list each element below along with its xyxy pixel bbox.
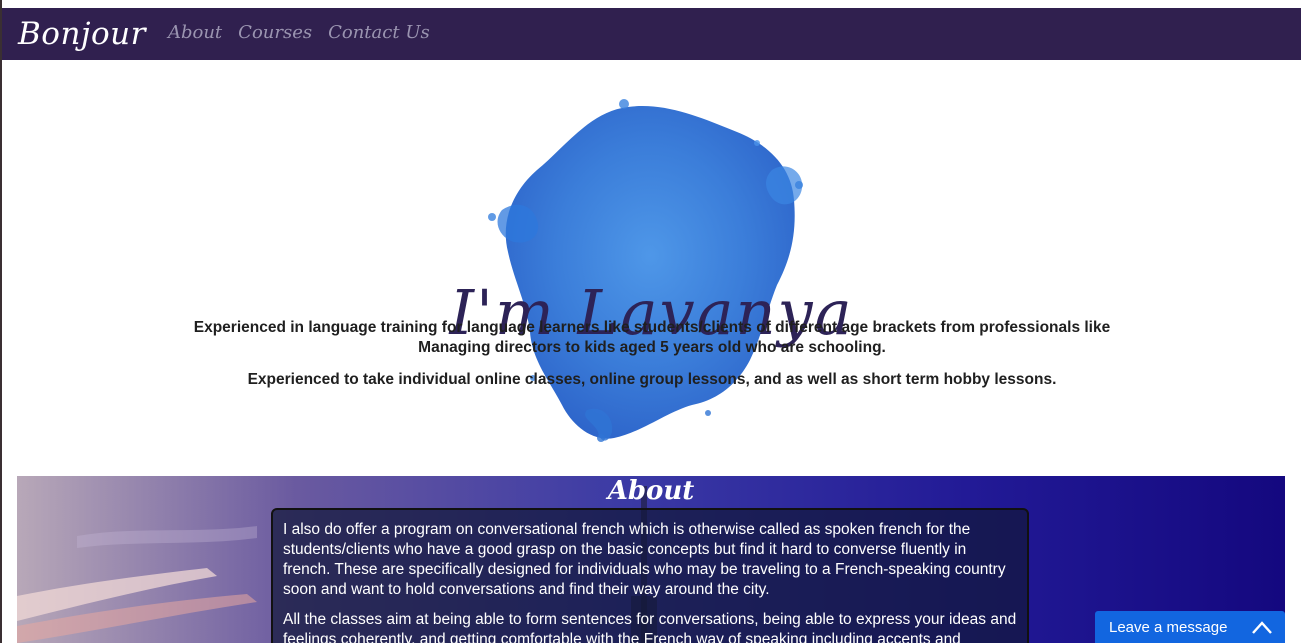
leave-a-message-button[interactable]: Leave a message: [1095, 611, 1285, 643]
about-text-card: I also do offer a program on conversatio…: [271, 508, 1029, 643]
about-paragraph-class-aims: All the classes aim at being able to for…: [283, 611, 1017, 643]
hero-section: I'm Lavanya Experienced in language trai…: [2, 60, 1301, 476]
hero-paragraph-experience: Experienced in language training for lan…: [193, 318, 1111, 356]
navbar: Bonjour About Courses Contact Us: [2, 8, 1301, 60]
nav-link-courses[interactable]: Courses: [238, 22, 312, 43]
hero-paragraph-classes: Experienced to take individual online cl…: [247, 370, 1057, 388]
brand-logo[interactable]: Bonjour: [18, 16, 146, 52]
top-border: [0, 0, 1301, 8]
about-title: About: [607, 476, 695, 506]
watercolor-blob-image: [488, 99, 803, 442]
chevron-up-icon: [1252, 621, 1272, 634]
about-paragraph-conversational-french: I also do offer a program on conversatio…: [283, 521, 1006, 598]
nav-links: About Courses Contact Us: [168, 22, 430, 43]
chat-widget-label: Leave a message: [1109, 618, 1228, 636]
nav-link-contact-us[interactable]: Contact Us: [328, 22, 430, 43]
nav-link-about[interactable]: About: [168, 22, 222, 43]
